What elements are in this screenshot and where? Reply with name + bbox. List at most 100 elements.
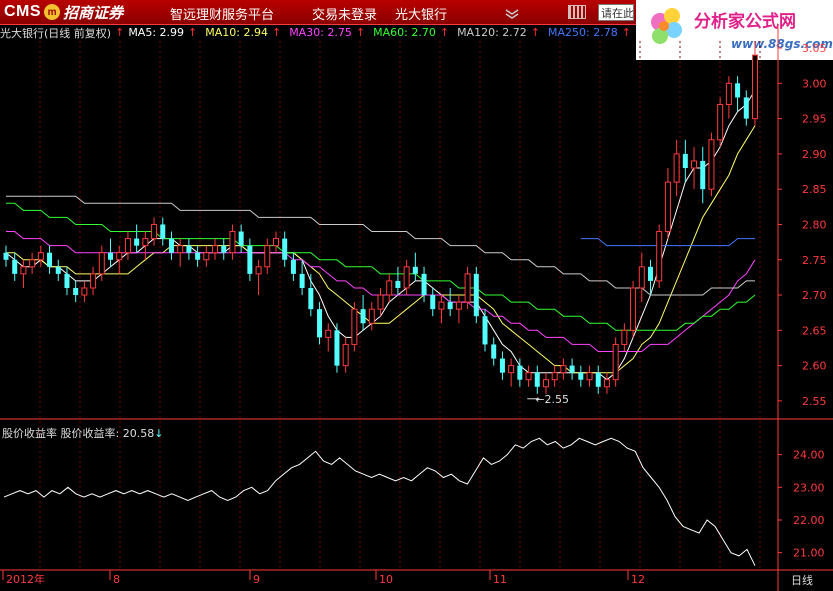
candle-body	[229, 231, 236, 254]
candle	[317, 302, 323, 345]
price-tick-label: 2.60	[802, 360, 827, 373]
candle-body	[603, 379, 610, 388]
candle-body	[700, 160, 706, 190]
candle	[586, 365, 593, 387]
candle-body	[525, 372, 532, 381]
candle-body	[551, 372, 558, 381]
pe-title-text: 股价收益率	[2, 427, 57, 440]
candle-body	[238, 231, 244, 246]
pe-tick-label: 21.00	[793, 547, 825, 560]
candle-body	[421, 273, 427, 296]
candle	[229, 224, 236, 260]
candle	[430, 287, 436, 317]
chart-area[interactable]: 3.05 3.00 2.95 2.90 2.85 2.80 2.75 2.70 2.65 2.60…	[0, 0, 833, 591]
candle	[81, 280, 88, 303]
candle-body	[455, 301, 462, 310]
candle-body	[308, 287, 314, 310]
candle-body	[186, 245, 192, 253]
candle	[64, 266, 70, 296]
candle-body	[221, 245, 227, 253]
candle-body	[37, 252, 44, 261]
candle-body	[725, 82, 732, 106]
candle-body	[342, 343, 349, 367]
candle-body	[586, 372, 593, 381]
candle	[700, 146, 706, 204]
candle	[282, 231, 288, 267]
candle-body	[508, 365, 515, 374]
candle-body	[134, 238, 140, 246]
candle-body	[317, 309, 323, 338]
candle-body	[647, 266, 653, 281]
candle-body	[255, 266, 262, 275]
candle	[664, 168, 671, 239]
candle-body	[108, 252, 114, 260]
candle-body	[90, 273, 97, 289]
candle	[525, 365, 532, 387]
candle-body	[621, 329, 628, 345]
candle-body	[12, 259, 18, 274]
candle	[160, 217, 166, 246]
candle-body	[430, 295, 436, 310]
candle	[124, 231, 131, 260]
candle	[578, 365, 584, 387]
pe-tick-label: 24.00	[793, 449, 825, 462]
candle	[438, 295, 445, 324]
candle	[195, 245, 201, 267]
candle	[455, 295, 462, 324]
candle	[90, 266, 97, 296]
candle	[73, 280, 79, 303]
candle-body	[203, 252, 210, 261]
candle	[612, 337, 619, 387]
candle-body	[160, 224, 166, 239]
candle	[238, 224, 244, 253]
candle-body	[325, 329, 332, 338]
candle	[142, 231, 149, 260]
candle-body	[447, 302, 453, 310]
ma-lines	[5, 90, 756, 381]
price-axis: 3.05 3.00 2.95 2.90 2.85 2.80 2.75 2.70 2.65 2.60…	[778, 42, 827, 408]
candle-body	[81, 287, 88, 296]
candle-body	[482, 316, 488, 345]
candle	[221, 238, 227, 260]
candle-body	[168, 238, 174, 253]
candle-body	[264, 245, 271, 268]
price-tick-label: 2.85	[802, 183, 827, 196]
candle	[682, 139, 688, 183]
candle	[743, 90, 749, 126]
chart-frame	[0, 25, 833, 591]
candle	[3, 245, 9, 267]
candle	[255, 259, 262, 296]
candle-body	[386, 280, 393, 296]
candle-body	[272, 238, 279, 247]
candle	[20, 259, 27, 288]
candle	[412, 252, 418, 281]
candle	[717, 97, 724, 147]
candle-body	[682, 153, 688, 169]
candle-body	[578, 372, 584, 380]
ma-line-ma10	[6, 125, 756, 374]
candle	[177, 238, 184, 267]
period-label[interactable]: 日线	[791, 572, 813, 588]
candle	[447, 287, 453, 317]
price-tick-label: 2.95	[802, 113, 827, 126]
pe-panel-title: 股价收益率 股价收益率: 20.58↓	[2, 425, 163, 441]
pe-axis: 24.00 23.00 22.00 21.00	[778, 449, 825, 560]
candle	[247, 238, 253, 281]
candle-body	[403, 266, 410, 289]
candle	[551, 365, 558, 387]
candle-body	[142, 238, 149, 247]
candle-body	[247, 245, 253, 274]
candle-body	[542, 379, 549, 388]
candle	[360, 295, 366, 331]
candle-body	[377, 294, 384, 310]
pe-value-label: 股价收益率: 20.58	[60, 427, 155, 440]
date-tick-label: 10	[379, 573, 393, 586]
candle	[386, 273, 393, 303]
candle-body	[47, 252, 53, 267]
date-tick-label: 8	[113, 573, 120, 586]
candle-body	[517, 365, 523, 380]
candle-body	[464, 273, 471, 303]
candle-body	[73, 287, 79, 296]
annotations: ←2.55	[527, 393, 569, 406]
price-tick-label: 3.05	[802, 42, 827, 55]
